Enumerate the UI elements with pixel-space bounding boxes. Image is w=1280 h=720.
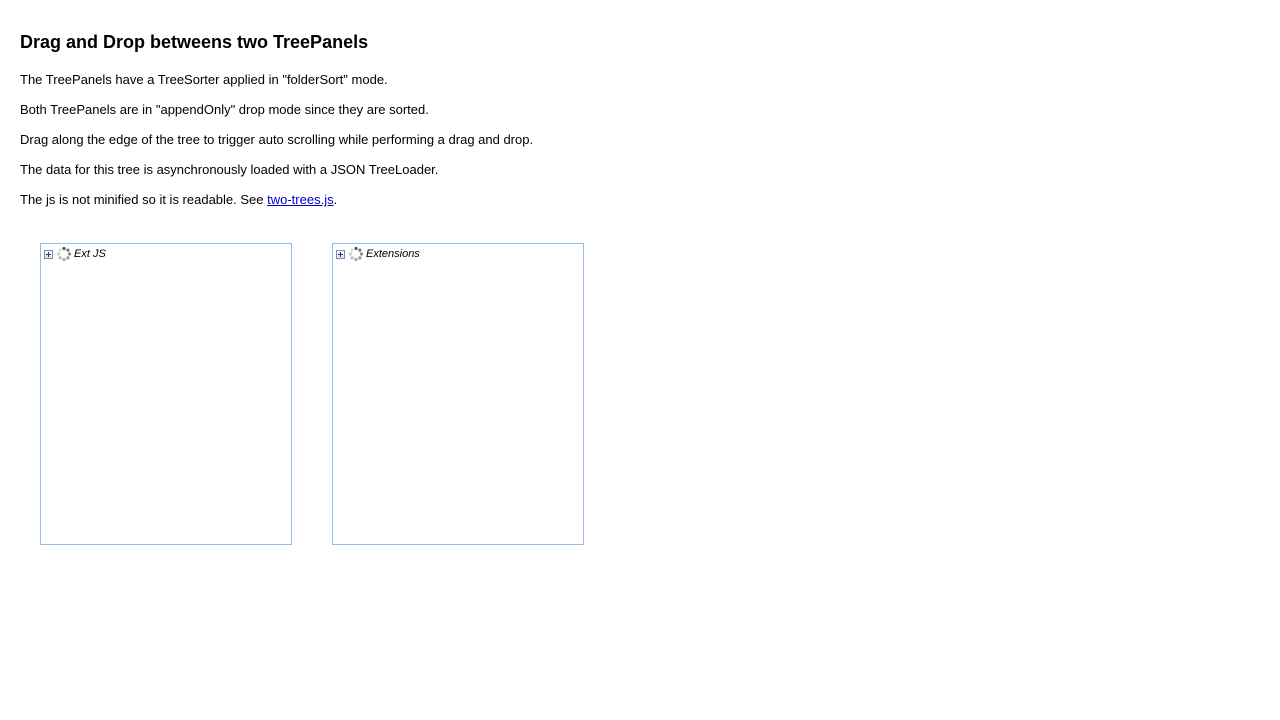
source-note-suffix: . (333, 192, 338, 207)
tree-node-label[interactable]: Ext JS (74, 248, 106, 260)
tree-panel-right[interactable]: Extensions (332, 243, 584, 545)
source-file-link[interactable]: two-trees.js (267, 192, 333, 207)
plus-expander-icon[interactable] (336, 250, 345, 259)
tree-node-label[interactable]: Extensions (366, 248, 420, 260)
tree-root-node-ext-js[interactable]: Ext JS (44, 245, 106, 263)
loading-spinner-icon (348, 246, 364, 262)
plus-expander-icon[interactable] (44, 250, 53, 259)
loading-spinner-icon (56, 246, 72, 262)
tree-root-node-extensions[interactable]: Extensions (336, 245, 420, 263)
source-note: The js is not minified so it is readable… (20, 192, 337, 208)
description-tree-loader: The data for this tree is asynchronously… (20, 162, 439, 177)
description-folder-sort: The TreePanels have a TreeSorter applied… (20, 72, 388, 87)
tree-panel-left[interactable]: Ext JS (40, 243, 292, 545)
description-auto-scroll: Drag along the edge of the tree to trigg… (20, 132, 534, 147)
page-title: Drag and Drop betweens two TreePanels (20, 32, 369, 52)
description-append-only: Both TreePanels are in "appendOnly" drop… (20, 102, 429, 117)
source-note-prefix: The js is not minified so it is readable… (20, 192, 268, 207)
